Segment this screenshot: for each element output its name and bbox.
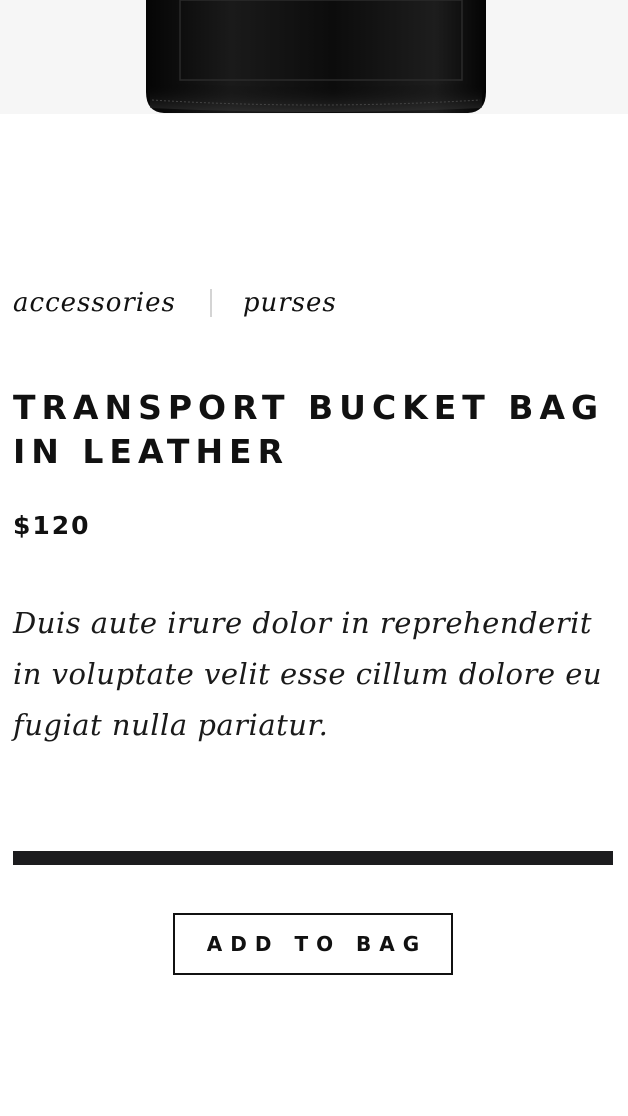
breadcrumb-separator	[209, 289, 212, 317]
product-image	[0, 0, 628, 114]
product-price: $120	[13, 511, 91, 540]
breadcrumb-link-purses[interactable]: purses	[243, 288, 337, 318]
product-description: Duis aute irure dolor in reprehenderit i…	[13, 606, 603, 742]
product-title: TRANSPORT BUCKET BAG IN LEATHER	[13, 388, 605, 471]
bucket-bag-image	[146, 0, 486, 113]
section-divider	[13, 851, 613, 865]
add-to-bag-button[interactable]: ADD TO BAG	[173, 913, 453, 975]
breadcrumb: accessories purses	[13, 283, 337, 323]
breadcrumb-link-accessories[interactable]: accessories	[13, 288, 176, 318]
